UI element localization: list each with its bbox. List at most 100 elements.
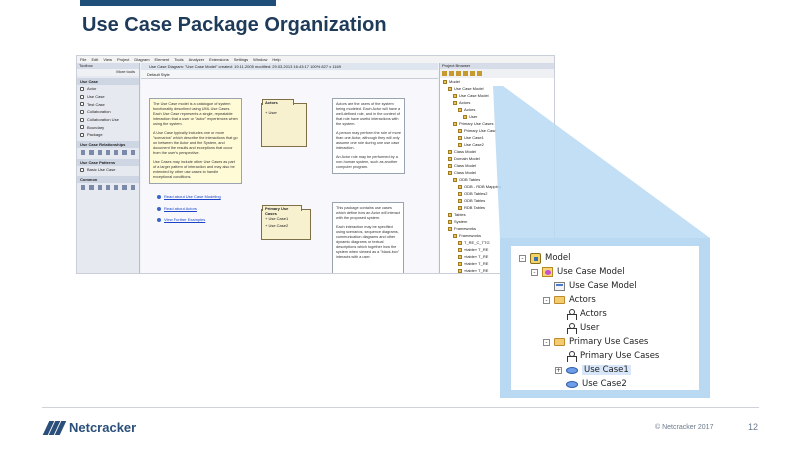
tool-icon[interactable] (81, 184, 86, 190)
menu-item[interactable]: Settings (234, 57, 248, 62)
collapse-icon[interactable]: - (531, 268, 538, 276)
menu-item[interactable]: Project (117, 57, 129, 62)
zoom-tree-node[interactable]: Use Case2 (555, 377, 627, 390)
tool-icon[interactable] (105, 149, 111, 155)
toolbox-item[interactable]: Collaboration (77, 108, 139, 116)
tree-node[interactable]: Use Case Model (440, 92, 554, 99)
collapse-icon[interactable]: - (543, 338, 550, 346)
toolbox-item[interactable]: Test Case (77, 100, 139, 108)
zoom-tree-node[interactable]: Actors (555, 307, 607, 321)
diagram-canvas[interactable]: The Use Case model is a catalogue of sys… (141, 79, 438, 273)
zoom-tree-node[interactable]: + Use Case1 (555, 363, 631, 377)
toolbox-item[interactable]: Collaboration Use (77, 116, 139, 124)
toolbar-icon[interactable] (449, 71, 454, 76)
tree-node[interactable]: Frameworks (440, 225, 554, 232)
actors-note[interactable]: Actors are the users of the system being… (332, 98, 405, 174)
toolbox-icon-row (77, 148, 139, 157)
toolbox-section-title[interactable]: Common (77, 175, 139, 183)
tree-node-icon (443, 79, 447, 84)
toolbox-item[interactable]: Use Case (77, 93, 139, 101)
tool-icon (80, 125, 84, 130)
more-tools-button[interactable]: More tools (77, 69, 139, 76)
tree-node[interactable]: Domain Model (440, 155, 554, 162)
tool-icon[interactable] (97, 149, 102, 155)
tree-node[interactable]: Actors (440, 106, 554, 113)
expand-icon[interactable]: + (555, 366, 562, 374)
tool-icon[interactable] (130, 149, 135, 155)
link-actors[interactable]: Read about Actors (157, 206, 197, 211)
tree-node[interactable]: ODB - RDB Mapping (440, 183, 554, 190)
tree-node[interactable]: ODB Tables (440, 197, 554, 204)
link-icon (157, 194, 161, 199)
menu-item[interactable]: Element (155, 57, 170, 62)
menu-item[interactable]: Analyzer (189, 57, 205, 62)
zoom-tree-node[interactable]: User (555, 321, 599, 335)
tool-icon[interactable] (130, 184, 135, 190)
toolbox-item[interactable]: Boundary (77, 123, 139, 131)
tree-node[interactable]: ODB Tables2 (440, 190, 554, 197)
link-examples[interactable]: View Further Examples (157, 217, 205, 222)
tool-icon[interactable] (114, 184, 119, 190)
menu-item[interactable]: Help (272, 57, 280, 62)
toolbox-item-label: Test Case (87, 101, 105, 107)
menu-item[interactable]: Edit (91, 57, 98, 62)
toolbar-icon[interactable] (470, 71, 475, 76)
tree-node[interactable]: ODB Tables (440, 176, 554, 183)
tree-node[interactable]: Actors (440, 99, 554, 106)
menu-item[interactable]: Extensions (209, 57, 229, 62)
zoom-tree-node[interactable]: Primary Use Cases (555, 349, 659, 363)
tree-node[interactable]: RDB Tables (440, 204, 554, 211)
toolbar-icon[interactable] (463, 71, 468, 76)
toolbar-icon[interactable] (477, 71, 482, 76)
toolbox-item[interactable]: Package (77, 131, 139, 139)
tree-node[interactable]: Tables (440, 211, 554, 218)
tool-icon[interactable] (122, 149, 127, 155)
zoom-tree-node[interactable]: - Actors (543, 293, 596, 307)
model-note[interactable]: The Use Case model is a catalogue of sys… (149, 98, 242, 184)
tree-node[interactable]: Primary Use Cases (440, 120, 554, 127)
toolbox-item[interactable]: Actor (77, 85, 139, 93)
toolbar-icon[interactable] (442, 71, 447, 76)
tree-node[interactable]: Use Case2 (440, 141, 554, 148)
tree-node[interactable]: Class Model (440, 169, 554, 176)
menu-item[interactable]: View (103, 57, 112, 62)
menu-item[interactable]: Window (253, 57, 267, 62)
tool-icon[interactable] (114, 149, 119, 155)
package-note[interactable]: This package contains use cases which de… (332, 202, 404, 273)
zoom-tree-node[interactable]: Use Case Model (543, 279, 637, 293)
link-icon (157, 206, 161, 211)
package-primary-use-cases[interactable]: Primary Use Cases + Use Case1 + Use Case… (261, 205, 311, 240)
collapse-icon[interactable]: - (519, 254, 526, 262)
diagram-tab[interactable]: Use Case Diagram: "Use Case Model" creat… (141, 63, 438, 70)
package-actors[interactable]: Actors + User (261, 99, 307, 147)
menu-item[interactable]: File (80, 57, 86, 62)
tree-node[interactable]: User (440, 113, 554, 120)
toolbox-item[interactable]: Basic Use Case (77, 166, 139, 174)
tool-icon[interactable] (97, 184, 102, 190)
toolbox-section-title[interactable]: Use Case Relationships (77, 140, 139, 148)
zoom-tree-node[interactable]: - Model (519, 251, 571, 265)
zoom-tree-node[interactable]: - Primary Use Cases (543, 335, 648, 349)
tool-icon[interactable] (89, 149, 94, 155)
style-select[interactable]: Default Style (147, 72, 170, 77)
menu-item[interactable]: Tools (174, 57, 183, 62)
zoom-tree-node[interactable]: - Use Case Model (531, 265, 625, 279)
tree-node[interactable]: Class Model (440, 162, 554, 169)
tree-node[interactable]: Primary Use Case (440, 127, 554, 134)
tree-node[interactable]: Use Case1 (440, 134, 554, 141)
toolbar-icon[interactable] (456, 71, 461, 76)
tree-node[interactable]: Use Case Model (440, 85, 554, 92)
menu-item[interactable]: Diagram (134, 57, 149, 62)
tree-node[interactable]: System (440, 218, 554, 225)
toolbox-section-title[interactable]: Use Case Patterns (77, 158, 139, 166)
toolbox-section-title[interactable]: Use Case (77, 78, 139, 85)
collapse-icon[interactable]: - (543, 296, 550, 304)
tree-node[interactable]: Class Model (440, 148, 554, 155)
tree-node[interactable]: Model (440, 78, 554, 85)
tool-icon[interactable] (105, 184, 111, 190)
link-use-case-modeling[interactable]: Read about Use Case Modeling (157, 194, 221, 199)
diagram-toolbar: Default Style (141, 70, 438, 79)
tool-icon[interactable] (122, 184, 127, 190)
tool-icon[interactable] (89, 184, 94, 190)
tool-icon[interactable] (81, 149, 86, 155)
